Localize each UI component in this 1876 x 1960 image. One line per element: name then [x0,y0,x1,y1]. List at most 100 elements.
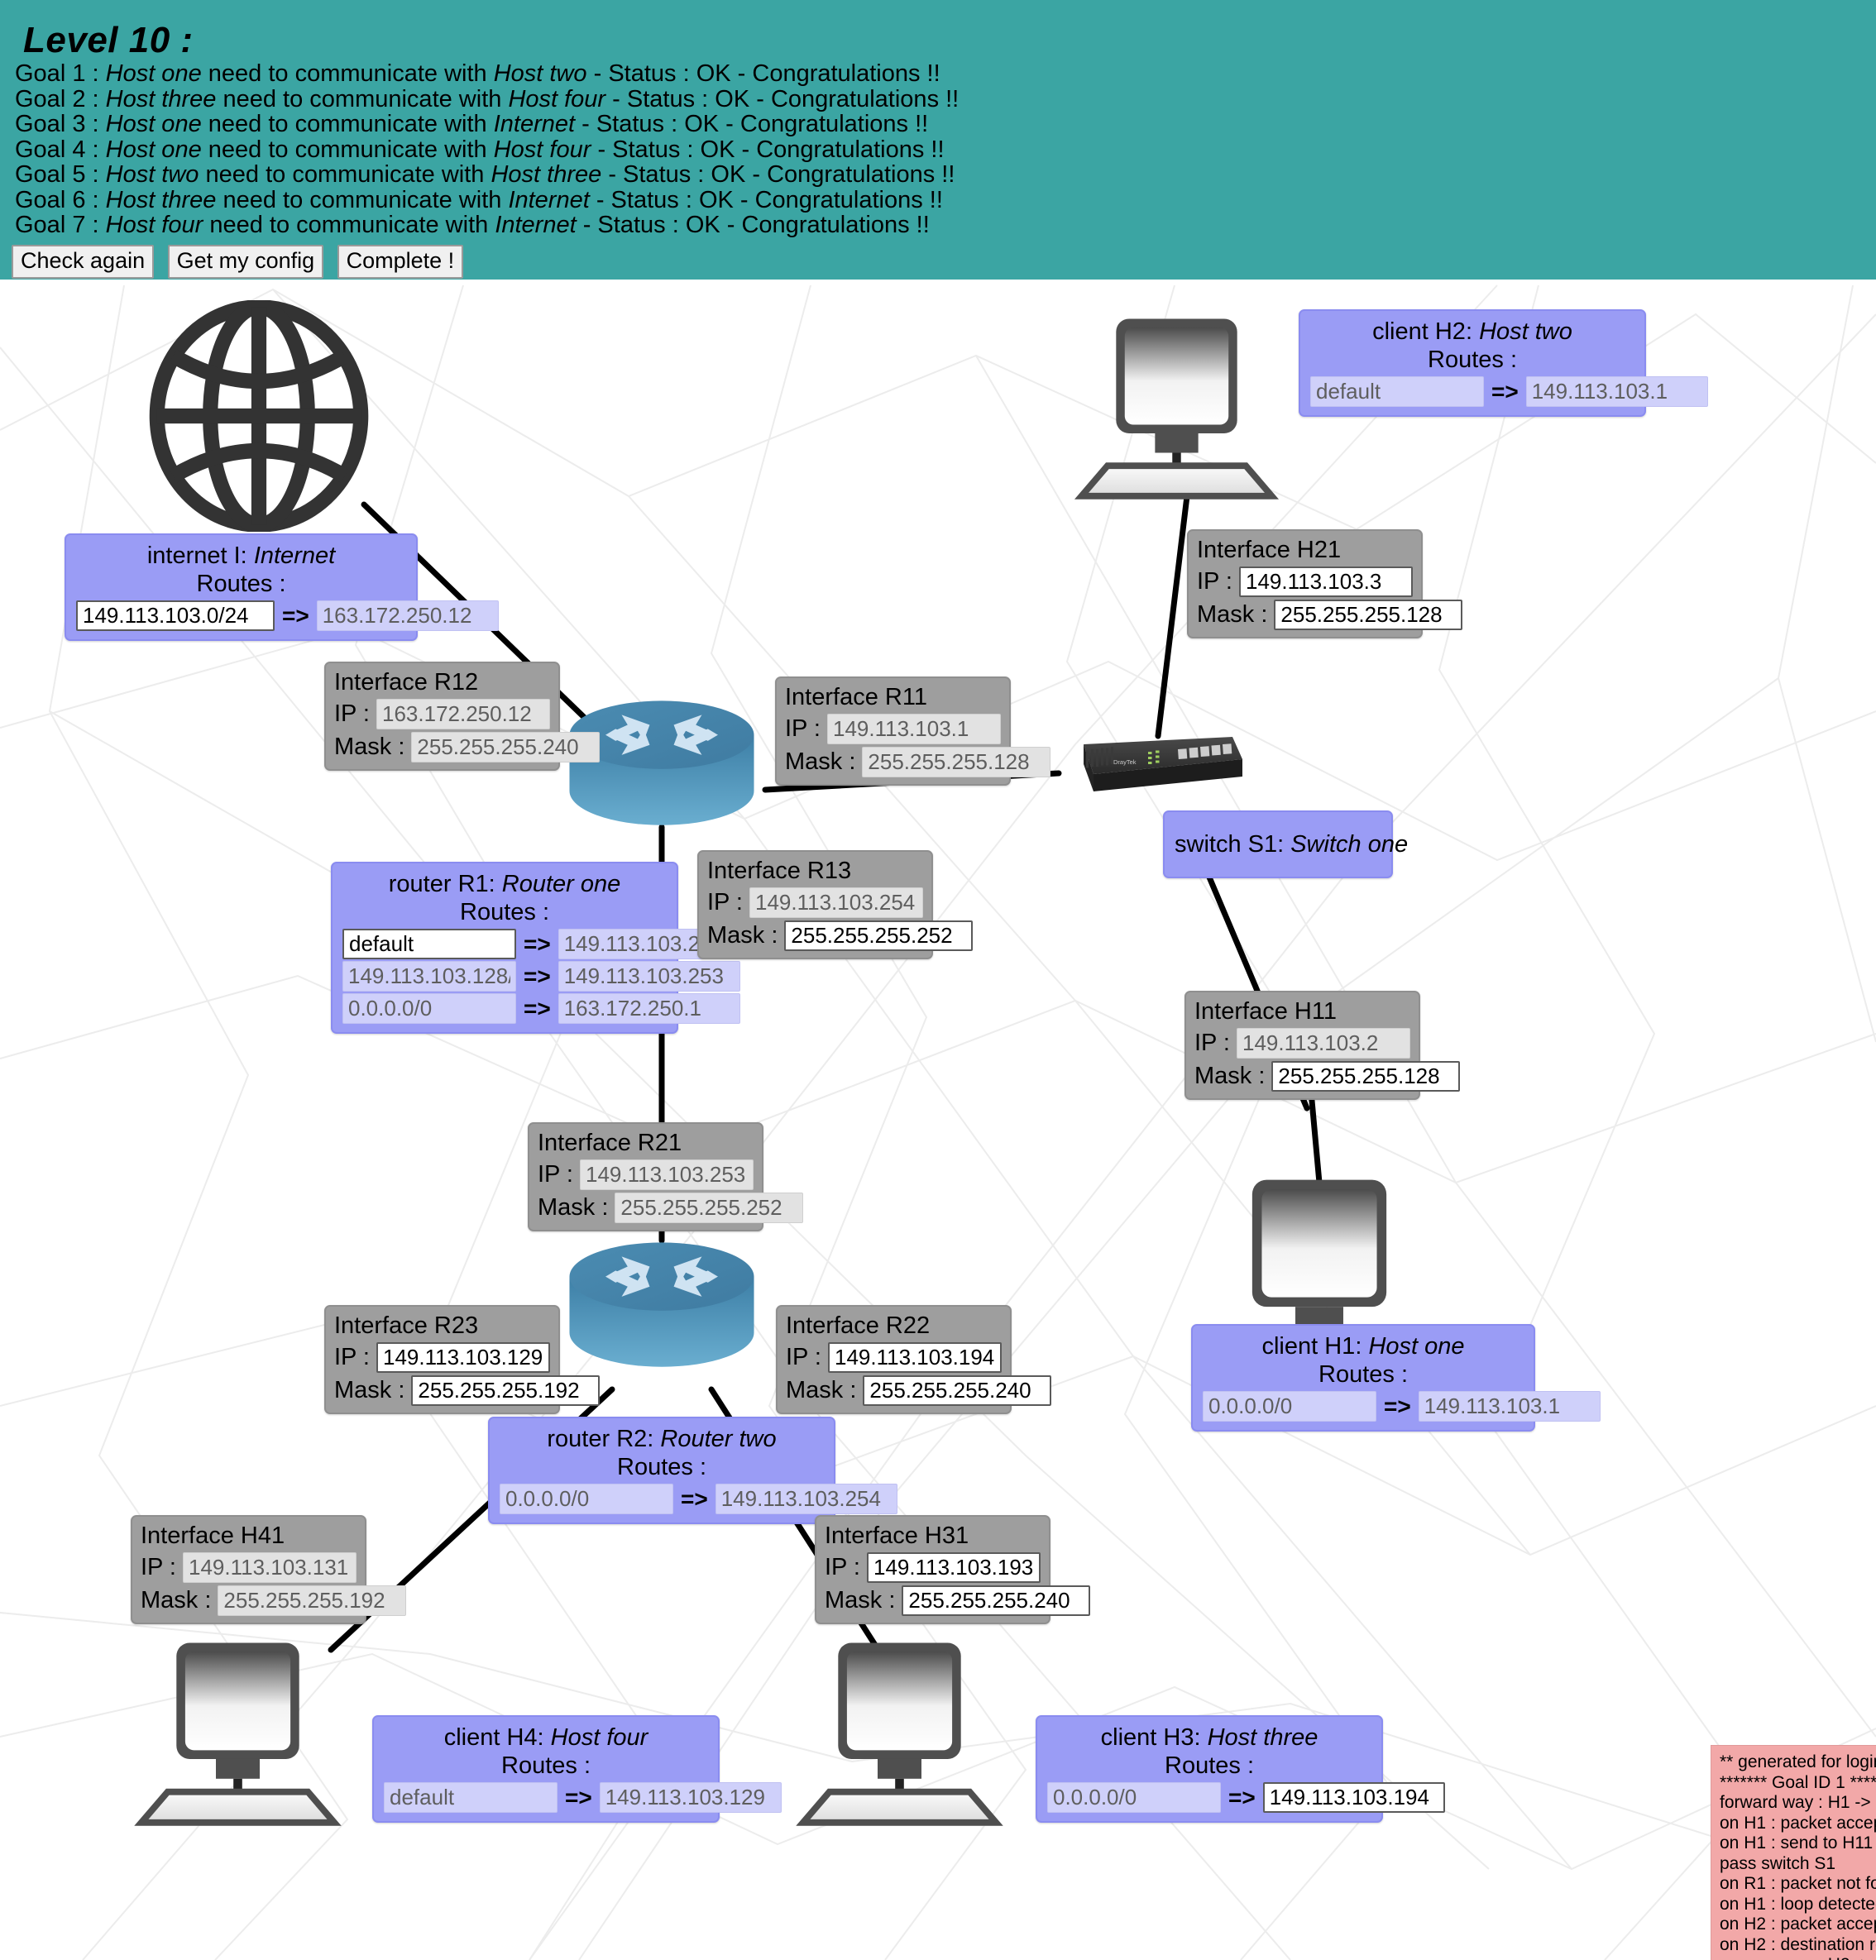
check-again-button[interactable]: Check again [12,244,155,279]
routes-label-r2: Routes : [617,1454,706,1480]
route-gw-input-r2-0[interactable] [715,1484,897,1514]
interface-mask-input-r21[interactable] [615,1193,804,1223]
interface-ip-input-r22[interactable] [828,1342,1002,1373]
interface-box-h31[interactable]: Interface H31 IP : Mask : [815,1515,1091,1624]
route-gw-input-r1-2[interactable] [558,993,740,1024]
node-title-h2: client H2: Host two [1372,318,1572,345]
route-arrow-h3-0: => [1228,1784,1256,1810]
node-box-s1[interactable]: switch S1: Switch one [1163,810,1408,878]
interface-title-r12: Interface R12 [334,669,479,696]
get-my-config-button[interactable]: Get my config [167,244,324,279]
interface-ip-input-r23[interactable] [376,1342,550,1373]
interface-box-r23[interactable]: Interface R23 IP : Mask : [324,1305,601,1414]
interface-ip-row-r13: IP : [707,887,923,918]
interface-mask-input-r13[interactable] [784,920,974,951]
route-gw-input-h3-0[interactable] [1262,1782,1445,1813]
route-arrow-r1-0: => [524,930,551,957]
interface-box-r22[interactable]: Interface R22 IP : Mask : [776,1305,1052,1414]
node-box-h4[interactable]: client H4: Host four Routes : => [372,1715,782,1823]
interface-box-h21[interactable]: Interface H21 IP : Mask : [1187,529,1463,638]
router-icon-r2 [569,1242,754,1367]
route-dest-input-h4-0[interactable] [384,1782,558,1813]
route-dest-input-r1-2[interactable] [342,993,516,1024]
interface-ip-input-r21[interactable] [580,1159,754,1190]
route-row-r1-0: => [342,929,740,959]
route-dest-input-h3-0[interactable] [1047,1782,1221,1813]
node-box-h3[interactable]: client H3: Host three Routes : => [1036,1715,1445,1823]
routes-label-h2: Routes : [1428,347,1517,373]
route-gw-input-internet-0[interactable] [316,600,499,631]
route-gw-input-r1-1[interactable] [558,961,740,992]
interface-box-r12[interactable]: Interface R12 IP : Mask : [324,662,601,771]
debug-log-line: on H1 : send to H11 [1720,1833,1874,1852]
interface-title-r21: Interface R21 [538,1130,682,1156]
routes-label-h3: Routes : [1165,1752,1254,1779]
route-row-h3-0: => [1047,1782,1445,1813]
node-box-internet[interactable]: internet I: Internet Routes : => [65,533,499,641]
interface-ip-row-h21: IP : [1197,566,1413,597]
ip-label-h11: IP : [1194,1030,1230,1056]
interface-mask-row-h41: Mask : [141,1585,407,1616]
interface-mask-input-h21[interactable] [1274,600,1463,630]
node-title-internet: internet I: Internet [146,543,336,569]
interface-mask-row-r11: Mask : [785,747,1051,777]
interface-ip-input-r12[interactable] [376,699,550,729]
mask-label-h11: Mask : [1194,1063,1266,1089]
interface-mask-input-r22[interactable] [863,1375,1052,1406]
interface-ip-row-r11: IP : [785,714,1001,744]
node-box-r1[interactable]: router R1: Router one Routes : => => => [331,862,740,1034]
interface-ip-row-r12: IP : [334,699,550,729]
route-gw-input-h2-0[interactable] [1525,376,1708,407]
interface-mask-input-r23[interactable] [411,1375,601,1406]
goal-line-1: Goal 1 : Host one need to communicate wi… [15,60,940,87]
goal-list: Goal 1 : Host one need to communicate wi… [0,61,1876,238]
complete-button[interactable]: Complete ! [337,244,464,279]
debug-log-line: pass switch S1 [1720,1853,1836,1873]
interface-box-r21[interactable]: Interface R21 IP : Mask : [528,1122,804,1231]
interface-mask-input-r11[interactable] [862,747,1051,777]
route-dest-input-internet-0[interactable] [76,600,275,631]
route-arrow-r1-1: => [524,963,551,989]
interface-box-r13[interactable]: Interface R13 IP : Mask : [697,850,974,959]
route-gw-input-h4-0[interactable] [599,1782,782,1813]
interface-mask-row-r13: Mask : [707,920,974,951]
interface-mask-input-h41[interactable] [218,1585,407,1616]
route-dest-input-h2-0[interactable] [1310,376,1484,407]
interface-box-r11[interactable]: Interface R11 IP : Mask : [775,676,1051,786]
goal-line-2: Goal 2 : Host three need to communicate … [15,85,960,112]
route-arrow-internet-0: => [282,602,309,629]
route-dest-input-r2-0[interactable] [500,1484,673,1514]
route-gw-input-h1-0[interactable] [1418,1391,1601,1422]
goal-line-4: Goal 4 : Host one need to communicate wi… [15,136,945,163]
interface-title-r13: Interface R13 [707,858,852,884]
interface-ip-input-h21[interactable] [1239,566,1413,597]
interface-ip-input-h41[interactable] [183,1552,357,1583]
interface-mask-input-h11[interactable] [1271,1061,1461,1092]
interface-ip-row-h11: IP : [1194,1028,1410,1059]
debug-log-panel[interactable]: ** generated for login "ou******* Goal I… [1711,1745,1876,1960]
interface-box-h41[interactable]: Interface H41 IP : Mask : [131,1515,407,1624]
interface-ip-input-h11[interactable] [1237,1028,1410,1059]
route-dest-input-h1-0[interactable] [1203,1391,1376,1422]
interface-ip-input-r13[interactable] [749,887,923,918]
route-dest-input-r1-0[interactable] [342,929,516,959]
debug-log-line: forward way : H1 -> H2 ( [1720,1793,1876,1812]
interface-box-h11[interactable]: Interface H11 IP : Mask : [1184,991,1461,1100]
interface-ip-input-r11[interactable] [827,714,1001,744]
interface-mask-input-r12[interactable] [411,732,601,762]
node-box-r2[interactable]: router R2: Router two Routes : => [488,1417,897,1524]
ip-label-h21: IP : [1197,568,1232,595]
debug-log-line: ** generated for login "ou [1720,1752,1876,1771]
page-title: Level 10 : [23,20,194,60]
debug-log-line: ******* Goal ID 1 ******** [1720,1772,1876,1792]
routes-label-h4: Routes : [501,1752,591,1779]
goal-line-7: Goal 7 : Host four need to communicate w… [15,212,930,238]
mask-label-r11: Mask : [785,748,856,775]
route-dest-input-r1-1[interactable] [342,961,516,992]
node-box-h2[interactable]: client H2: Host two Routes : => [1299,309,1708,417]
node-box-h1[interactable]: client H1: Host one Routes : => [1191,1324,1601,1432]
interface-title-r22: Interface R22 [786,1312,931,1339]
routes-label-internet: Routes : [196,571,286,597]
interface-mask-input-h31[interactable] [902,1585,1091,1616]
interface-ip-input-h31[interactable] [867,1552,1041,1583]
